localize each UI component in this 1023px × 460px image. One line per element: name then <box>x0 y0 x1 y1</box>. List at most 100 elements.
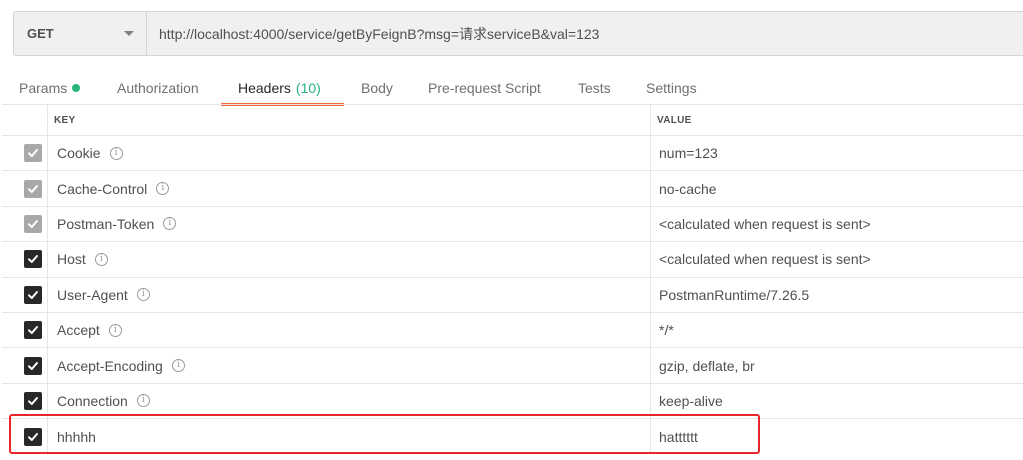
column-divider <box>650 171 651 206</box>
header-value-cell[interactable]: keep-alive <box>659 393 723 409</box>
column-divider <box>650 383 651 419</box>
table-body: Cookie i num=123 Cache-Control i no-cache Post… <box>2 136 1023 455</box>
row-checkbox[interactable] <box>24 285 42 304</box>
table-row: Connection i keep-alive <box>2 383 1023 420</box>
header-key-cell[interactable]: User-Agent i <box>57 287 150 303</box>
chevron-down-icon <box>124 31 134 36</box>
info-circle-icon[interactable]: i <box>136 394 150 408</box>
info-circle-icon[interactable]: i <box>109 146 123 160</box>
column-divider <box>47 242 48 277</box>
table-row: Postman-Token i <calculated when request i… <box>2 206 1023 243</box>
header-value-cell[interactable]: num=123 <box>659 145 718 161</box>
table-header: KEY VALUE <box>2 104 1023 136</box>
info-circle-icon[interactable]: i <box>163 217 177 231</box>
request-tabs: Params Authorization Headers (10) Body P… <box>0 70 1023 106</box>
row-checkbox[interactable] <box>24 250 42 269</box>
header-key-cell[interactable]: Cache-Control i <box>57 180 170 197</box>
table-row: Host i <calculated when request is sent> <box>2 242 1023 278</box>
column-divider <box>650 206 651 242</box>
row-checkbox[interactable] <box>24 356 42 375</box>
column-divider <box>47 383 48 419</box>
row-checkbox[interactable] <box>24 144 42 163</box>
header-value-cell[interactable]: <calculated when request is sent> <box>659 216 871 232</box>
tab-params-label: Params <box>19 80 68 96</box>
checkmark-icon <box>28 432 38 441</box>
table-row: Cache-Control i no-cache <box>2 171 1023 207</box>
header-value-cell[interactable]: <calculated when request is sent> <box>659 251 871 267</box>
header-key: Connection <box>57 392 128 409</box>
url-text: http://localhost:4000/service/getByFeign… <box>159 25 600 42</box>
tab-headers-count: (10) <box>295 80 321 96</box>
checkmark-icon <box>28 255 38 264</box>
header-value-cell[interactable]: gzip, deflate, br <box>659 358 755 374</box>
header-value-cell[interactable]: PostmanRuntime/7.26.5 <box>659 287 809 303</box>
tab-settings-label: Settings <box>646 80 697 96</box>
header-key: Cache-Control <box>57 180 148 197</box>
info-circle-icon[interactable]: i <box>156 182 170 196</box>
header-key-cell[interactable]: Accept i <box>57 322 122 338</box>
column-divider <box>47 136 48 171</box>
header-key: Accept <box>57 322 100 339</box>
column-divider <box>650 105 651 135</box>
column-divider <box>47 277 48 312</box>
tab-body[interactable]: Body <box>361 70 393 106</box>
info-circle-icon[interactable]: i <box>136 288 150 302</box>
params-indicator-dot <box>72 84 81 92</box>
header-key: Accept-Encoding <box>57 357 163 374</box>
info-circle-icon[interactable]: i <box>108 323 122 337</box>
tab-headers[interactable]: Headers (10) <box>238 70 321 106</box>
header-key-cell[interactable]: Cookie i <box>57 145 123 161</box>
row-checkbox[interactable] <box>24 214 42 233</box>
tab-authorization[interactable]: Authorization <box>117 70 199 106</box>
column-divider <box>650 277 651 312</box>
tab-authorization-label: Authorization <box>117 80 199 96</box>
header-key-cell[interactable]: hhhhh <box>57 429 96 445</box>
header-key-cell[interactable]: Accept-Encoding i <box>57 358 185 374</box>
method-select[interactable]: GET <box>13 11 146 56</box>
row-checkbox[interactable] <box>24 391 42 410</box>
tab-settings[interactable]: Settings <box>646 70 697 106</box>
tab-tests[interactable]: Tests <box>578 70 611 106</box>
tab-tests-label: Tests <box>578 80 611 96</box>
table-row: Accept i */* <box>2 312 1023 349</box>
row-checkbox[interactable] <box>24 427 42 446</box>
tab-pre-request-script[interactable]: Pre-request Script <box>428 70 541 106</box>
column-divider <box>650 419 651 455</box>
value-column-header: VALUE <box>657 115 692 126</box>
header-key-cell[interactable]: Host i <box>57 251 108 267</box>
checkmark-icon <box>28 219 38 228</box>
header-key: Postman-Token <box>57 215 155 232</box>
column-divider <box>47 206 48 242</box>
checkmark-icon <box>28 396 38 405</box>
tab-params[interactable]: Params <box>19 70 81 106</box>
column-divider <box>47 105 48 135</box>
column-divider <box>47 348 48 383</box>
header-value-cell[interactable]: no-cache <box>659 181 717 197</box>
header-key: Host <box>57 251 86 268</box>
table-row: Cookie i num=123 <box>2 136 1023 172</box>
row-checkbox[interactable] <box>24 179 42 198</box>
header-value-cell[interactable]: */* <box>659 322 674 338</box>
header-value-cell[interactable]: hatttttt <box>659 429 698 445</box>
header-key-cell[interactable]: Connection i <box>57 393 150 409</box>
row-checkbox[interactable] <box>24 321 42 340</box>
column-divider <box>650 136 651 171</box>
column-divider <box>47 419 48 455</box>
header-key-cell[interactable]: Postman-Token i <box>57 215 177 232</box>
tab-body-label: Body <box>361 80 393 96</box>
column-divider <box>650 348 651 383</box>
tab-pre-request-script-label: Pre-request Script <box>428 80 541 96</box>
checkmark-icon <box>28 149 38 158</box>
tab-headers-label: Headers <box>238 80 291 96</box>
column-divider <box>47 312 48 348</box>
checkmark-icon <box>28 361 38 370</box>
checkmark-icon <box>28 290 38 299</box>
table-row: User-Agent i PostmanRuntime/7.26.5 <box>2 277 1023 313</box>
url-input[interactable]: http://localhost:4000/service/getByFeign… <box>146 11 1023 56</box>
key-column-header: KEY <box>54 115 76 126</box>
request-bar: GET http://localhost:4000/service/getByF… <box>13 11 1023 56</box>
column-divider <box>47 171 48 206</box>
info-circle-icon[interactable]: i <box>94 252 108 266</box>
info-circle-icon[interactable]: i <box>171 359 185 373</box>
table-row: hhhhh hatttttt <box>2 419 1023 455</box>
